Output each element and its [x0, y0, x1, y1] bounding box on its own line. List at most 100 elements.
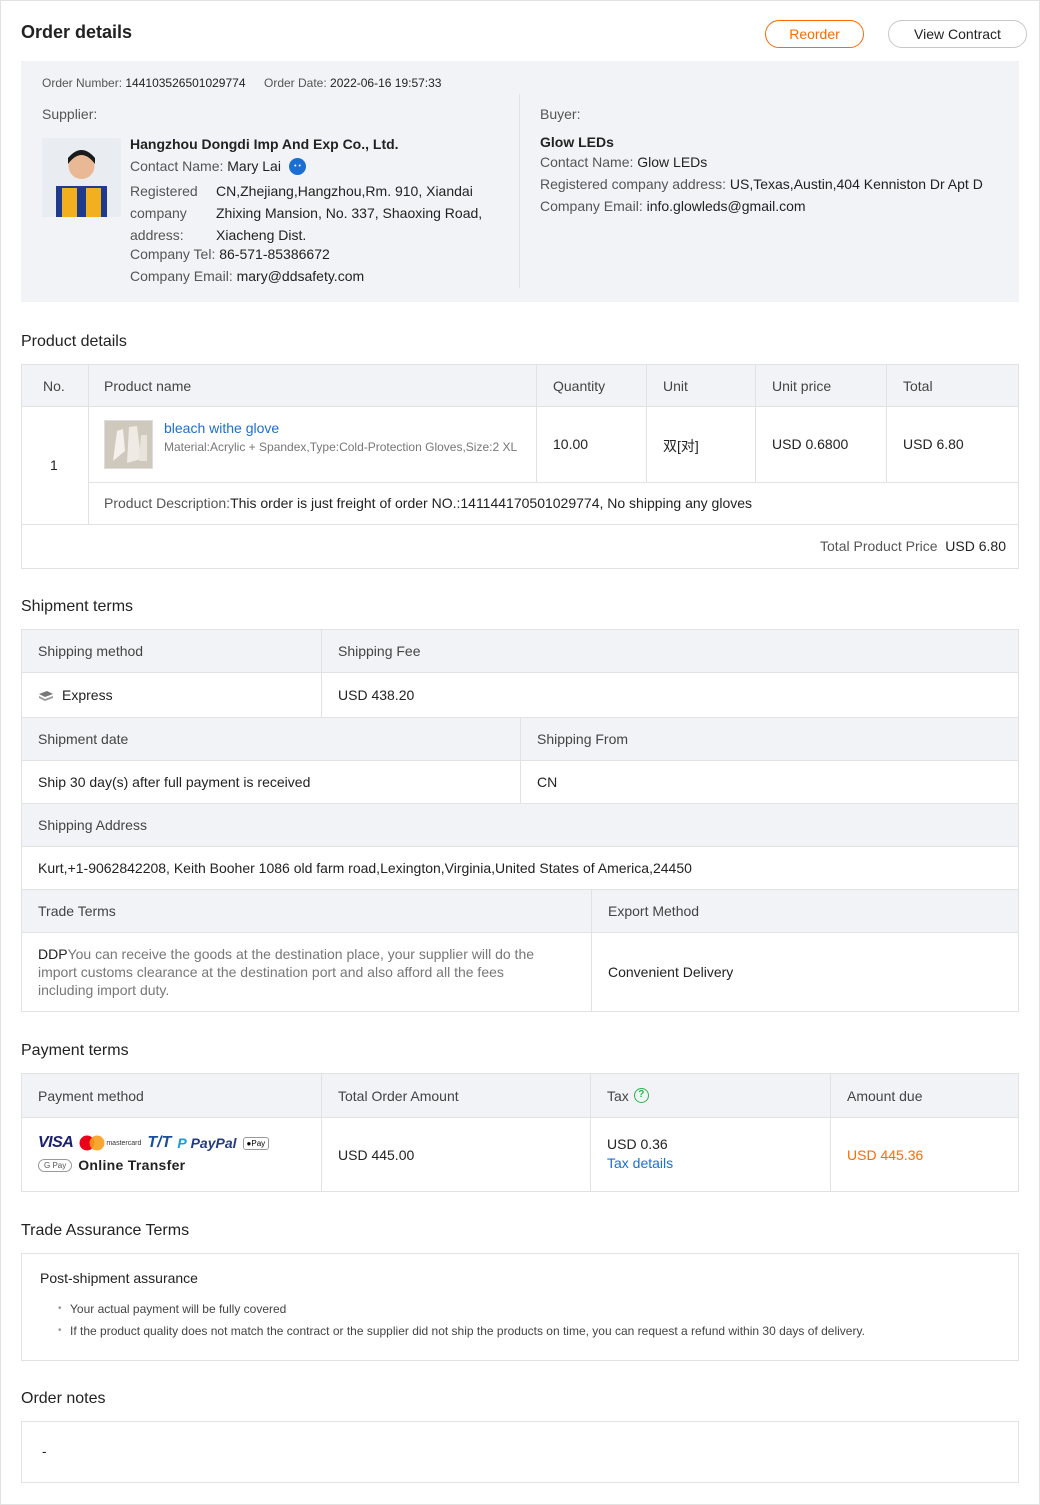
trade-terms-desc-3: including import duty. [38, 982, 170, 998]
shipment-terms-title: Shipment terms [21, 598, 134, 615]
list-item: If the product quality does not match th… [58, 1320, 865, 1342]
supplier-address-line-2: Zhixing Mansion, No. 337, Shaoxing Road, [216, 205, 483, 221]
col-quantity: Quantity [537, 365, 647, 406]
buyer-name: Glow LEDs [540, 134, 614, 150]
divider [22, 760, 1018, 761]
mastercard-text: mastercard [106, 1139, 142, 1147]
col-unit-price: Unit price [756, 365, 887, 406]
supplier-address: CN,Zhejiang,Hangzhou,Rm. 910, Xiandai Zh… [216, 180, 482, 246]
total-product-price-value: USD 6.80 [945, 538, 1006, 554]
divider [88, 482, 1018, 483]
shipping-method-value: Express [62, 687, 113, 703]
divider [88, 365, 89, 524]
col-unit: Unit [647, 365, 756, 406]
order-notes-title: Order notes [21, 1390, 106, 1407]
order-number-label: Order Number: [42, 76, 123, 90]
tt-icon: T/T [147, 1134, 172, 1151]
total-product-price: Total Product Price USD 6.80 [820, 538, 1006, 554]
mastercard-icon: mastercard [79, 1135, 141, 1151]
order-date: Order Date: 2022-06-16 19:57:33 [264, 76, 441, 90]
product-total: USD 6.80 [903, 436, 964, 452]
trade-terms-code: DDP [38, 946, 68, 962]
tax-value: USD 0.36 [607, 1136, 668, 1152]
divider [590, 1074, 591, 1191]
divider [755, 365, 756, 482]
info-divider [519, 94, 520, 288]
buyer-address-label: Registered company address: [540, 176, 726, 192]
buyer-address-value: US,Texas,Austin,404 Kenniston Dr Apt D [729, 176, 983, 192]
supplier-address-line-3: Xiacheng Dist. [216, 227, 307, 243]
supplier-tel-value: 86-571-85386672 [219, 246, 330, 262]
shipping-fee-value: USD 438.20 [338, 687, 415, 703]
apple-pay-text: Pay [251, 1138, 266, 1148]
row-no: 1 [50, 457, 58, 473]
supplier-email: Company Email: mary@ddsafety.com [130, 268, 364, 284]
paypal-text: PayPal [190, 1135, 237, 1151]
supplier-tel-label: Company Tel: [130, 246, 216, 262]
buyer-contact-value: Glow LEDs [637, 154, 708, 170]
order-date-label: Order Date: [264, 76, 327, 90]
chat-bubble-icon[interactable] [289, 158, 306, 175]
export-method-header: Export Method [592, 890, 1018, 932]
divider [22, 672, 1018, 673]
supplier-tel: Company Tel: 86-571-85386672 [130, 246, 330, 262]
express-icon [38, 689, 54, 701]
online-transfer-icon: Online Transfer [78, 1157, 186, 1173]
supplier-address-line-1: CN,Zhejiang,Hangzhou,Rm. 910, Xiandai [216, 183, 473, 199]
divider [22, 524, 1018, 525]
trade-terms-desc-1: You can receive the goods at the destina… [67, 946, 535, 962]
amount-due-value: USD 445.36 [847, 1146, 924, 1163]
shipping-from-header: Shipping From [521, 718, 1018, 760]
total-product-price-label: Total Product Price [820, 538, 938, 554]
shipping-address-value: Kurt,+1-9062842208, Keith Booher 1086 ol… [38, 860, 692, 876]
supplier-email-label: Company Email: [130, 268, 233, 284]
shipping-method-cell: Express [22, 673, 321, 717]
shipment-date-header: Shipment date [22, 718, 520, 760]
divider [886, 365, 887, 482]
trade-assurance-title: Trade Assurance Terms [21, 1222, 190, 1239]
total-order-amount-value: USD 445.00 [338, 1146, 415, 1163]
post-shipment-heading: Post-shipment assurance [40, 1270, 198, 1286]
col-product-name: Product name [88, 365, 537, 406]
product-name-link[interactable]: bleach withe glove [164, 420, 279, 436]
buyer-address: Registered company address: US,Texas,Aus… [540, 176, 983, 192]
shipping-method-header: Shipping method [22, 630, 321, 672]
supplier-contact-label: Contact Name: [130, 158, 224, 174]
shipping-address-header: Shipping Address [22, 804, 1018, 846]
col-total: Total [887, 365, 1018, 406]
supplier-address-label-1: Registered [130, 183, 198, 199]
product-description: Product Description:This order is just f… [104, 495, 752, 511]
divider [536, 365, 537, 482]
buyer-label: Buyer: [540, 106, 581, 122]
product-description-value: This order is just freight of order NO.:… [230, 495, 753, 511]
page-title: Order details [21, 22, 133, 42]
tax-details-link[interactable]: Tax details [607, 1155, 673, 1171]
help-icon[interactable]: ? [633, 1088, 649, 1103]
payment-method-header: Payment method [22, 1074, 321, 1117]
buyer-email-label: Company Email: [540, 198, 643, 214]
product-unit-price: USD 0.6800 [772, 436, 849, 452]
order-notes-box [21, 1421, 1019, 1483]
buyer-email: Company Email: info.glowleds@gmail.com [540, 198, 806, 214]
buyer-email-value: info.glowleds@gmail.com [646, 198, 806, 214]
product-description-label: Product Description: [104, 495, 231, 511]
supplier-avatar [42, 138, 121, 217]
shipping-from-value: CN [537, 774, 558, 790]
supplier-address-label: Registered company address: [130, 180, 198, 246]
reorder-button[interactable]: Reorder [765, 20, 864, 48]
product-attributes: Material:Acrylic + Spandex,Type:Cold-Pro… [164, 440, 518, 454]
apple-pay-icon: ●Pay [242, 1136, 270, 1150]
product-thumbnail[interactable] [104, 420, 153, 469]
view-contract-button[interactable]: View Contract [888, 20, 1027, 48]
amount-due-header: Amount due [831, 1074, 1018, 1117]
payment-terms-title: Payment terms [21, 1042, 129, 1059]
supplier-address-label-3: address: [130, 227, 184, 243]
google-pay-icon: G Pay [38, 1158, 73, 1172]
divider [321, 630, 322, 717]
supplier-address-label-2: company [130, 205, 187, 221]
supplier-name: Hangzhou Dongdi Imp And Exp Co., Ltd. [130, 136, 399, 152]
supplier-contact: Contact Name: Mary Lai [130, 158, 281, 174]
visa-icon: VISA [38, 1134, 74, 1151]
total-order-amount-header: Total Order Amount [322, 1074, 590, 1117]
trade-terms-value: DDPYou can receive the goods at the dest… [38, 945, 568, 999]
